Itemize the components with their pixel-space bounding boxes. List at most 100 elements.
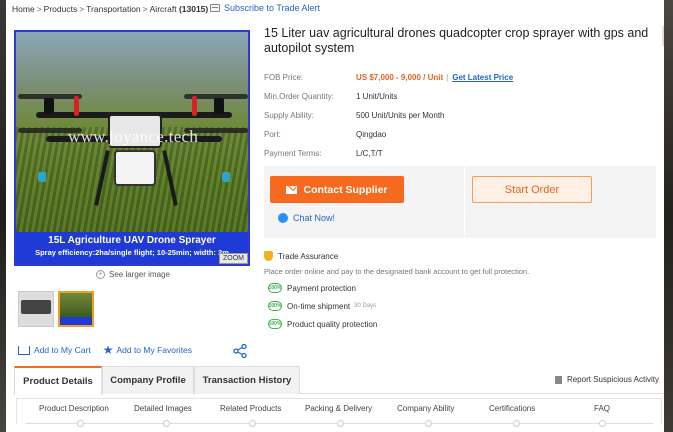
breadcrumb: Home > Products > Transportation > Aircraft (1…: [12, 4, 209, 14]
add-to-favorites-label: Add to My Favorites: [116, 345, 193, 355]
protection-label: Payment protection: [287, 283, 356, 293]
drone-red-marker: [74, 96, 79, 116]
spec-port: Port: Qingdao: [264, 125, 513, 144]
subnav-dot: [77, 420, 84, 427]
trade-assurance-header[interactable]: Trade Assurance: [264, 250, 529, 262]
see-larger-label: See larger image: [109, 270, 170, 279]
report-suspicious-activity-link[interactable]: Report Suspicious Activity: [554, 375, 659, 384]
cart-favorites-row: Add to My Cart ★ Add to My Favorites: [18, 344, 204, 356]
spec-label: Supply Ability:: [264, 111, 314, 120]
breadcrumb-home[interactable]: Home: [12, 4, 35, 14]
subnav-dot: [599, 420, 606, 427]
trade-assurance-title: Trade Assurance: [278, 251, 339, 261]
subnav-certifications[interactable]: Certifications: [489, 404, 535, 413]
shipment-days: 30 Days: [354, 303, 377, 309]
add-to-favorites-link[interactable]: ★ Add to My Favorites: [103, 344, 192, 356]
cart-icon: [18, 345, 30, 355]
trade-assurance-section: Trade Assurance Place order online and p…: [264, 250, 529, 330]
chat-now-label: Chat Now!: [293, 213, 336, 223]
spec-label: Port:: [264, 130, 281, 139]
check-100-icon: 100%: [268, 319, 282, 329]
add-to-cart-link[interactable]: Add to My Cart: [18, 345, 91, 355]
product-main-image[interactable]: www.joyance.tech 15L Agriculture UAV Dro…: [14, 30, 250, 266]
subscribe-label: Subscribe to Trade Alert: [224, 3, 321, 13]
thumbnail-strip: [18, 291, 94, 327]
subnav-dot: [425, 420, 432, 427]
drone-motor: [44, 98, 54, 114]
thumbnail-caption-band: [60, 317, 92, 325]
breadcrumb-transportation[interactable]: Transportation: [86, 4, 141, 14]
drone-red-marker: [192, 96, 197, 116]
flag-icon: [554, 375, 562, 384]
action-panel: Contact Supplier Start Order Chat Now!: [264, 166, 656, 238]
subnav-dot: [249, 420, 256, 427]
panel-edge: [662, 26, 664, 46]
protection-item: 100% On-time shipment 30 Days: [264, 300, 529, 312]
get-latest-price-link[interactable]: Get Latest Price: [452, 73, 513, 82]
spec-label: Min.Order Quantity:: [264, 92, 334, 101]
subnav-product-description[interactable]: Product Description: [39, 404, 109, 413]
report-label: Report Suspicious Activity: [566, 375, 659, 384]
subnav-dot: [513, 420, 520, 427]
product-specs: FOB Price: US $7,000 - 9,000 / Unit | Ge…: [264, 68, 513, 163]
thumbnail-1[interactable]: [18, 291, 54, 327]
spec-payment-terms: Payment Terms: L/C,T/T: [264, 144, 513, 163]
contact-supplier-button[interactable]: Contact Supplier: [270, 176, 404, 203]
subnav-related-products[interactable]: Related Products: [220, 404, 281, 413]
breadcrumb-count: (13015): [178, 4, 209, 14]
spec-value: 1 Unit/Units: [356, 92, 398, 101]
thumbnail-drone: [21, 300, 51, 314]
spec-fob-price: FOB Price: US $7,000 - 9,000 / Unit | Ge…: [264, 73, 514, 82]
add-to-cart-label: Add to My Cart: [34, 345, 91, 355]
subnav-faq[interactable]: FAQ: [594, 404, 610, 413]
spec-label: FOB Price:: [264, 73, 304, 82]
trade-assurance-description: Place order online and pay to the design…: [264, 267, 530, 276]
contact-supplier-label: Contact Supplier: [303, 183, 388, 196]
chat-bubble-icon: [278, 213, 288, 223]
subnav-packing-delivery[interactable]: Packing & Delivery: [305, 404, 372, 413]
section-subnav: Product Description Detailed Images Rela…: [16, 398, 662, 427]
breadcrumb-products[interactable]: Products: [44, 4, 78, 14]
spec-supply-ability: Supply Ability: 500 Unit/Units per Month: [264, 106, 513, 125]
protection-item: 100% Payment protection: [264, 282, 529, 294]
subnav-detailed-images[interactable]: Detailed Images: [134, 404, 192, 413]
mail-alert-icon: [210, 4, 220, 12]
chat-now-link[interactable]: Chat Now!: [278, 213, 335, 223]
spray-nozzle: [222, 172, 230, 182]
detail-tabs: Product Details Company Profile Transact…: [14, 366, 664, 395]
image-caption-title: 15L Agriculture UAV Drone Sprayer: [48, 235, 216, 246]
divider: [464, 166, 465, 238]
breadcrumb-aircraft[interactable]: Aircraft: [150, 4, 177, 14]
spec-label: Payment Terms:: [264, 149, 322, 158]
thumbnail-2[interactable]: [58, 291, 94, 327]
fob-price-value: US $7,000 - 9,000 / Unit: [356, 73, 444, 82]
image-caption: 15L Agriculture UAV Drone Sprayer Spray …: [16, 232, 248, 264]
image-caption-subtitle: Spray efficiency:2ha/single flight; 10-2…: [35, 248, 229, 257]
image-watermark: www.joyance.tech: [68, 127, 199, 146]
background-right: [664, 0, 673, 432]
tab-product-details[interactable]: Product Details: [14, 366, 102, 395]
envelope-icon: [286, 185, 298, 194]
subnav-dot: [163, 420, 170, 427]
see-larger-image-link[interactable]: See larger image: [96, 269, 170, 279]
subnav-company-ability[interactable]: Company Ability: [397, 404, 454, 413]
magnifier-icon: [96, 269, 105, 279]
start-order-button[interactable]: Start Order: [472, 176, 592, 203]
product-page: Home > Products > Transportation > Aircraft (1…: [6, 0, 664, 432]
subnav-dot: [337, 420, 344, 427]
star-icon: ★: [102, 343, 114, 357]
subscribe-trade-alert-link[interactable]: Subscribe to Trade Alert: [210, 3, 320, 13]
drone-tank: [114, 150, 156, 186]
zoom-button[interactable]: ZOOM: [219, 253, 248, 264]
protection-label: Product quality protection: [287, 319, 378, 329]
spec-min-order: Min.Order Quantity: 1 Unit/Units: [264, 87, 513, 106]
tab-transaction-history[interactable]: Transaction History: [194, 366, 300, 394]
shield-icon: [264, 251, 273, 261]
protection-label: On-time shipment: [287, 301, 351, 311]
spec-value: 500 Unit/Units per Month: [356, 111, 445, 120]
share-icon[interactable]: [233, 344, 247, 358]
spray-nozzle: [38, 172, 46, 182]
spec-value: Qingdao: [356, 130, 387, 139]
tab-company-profile[interactable]: Company Profile: [102, 366, 194, 394]
product-title: 15 Liter uav agricultural drones quadcop…: [264, 26, 649, 55]
